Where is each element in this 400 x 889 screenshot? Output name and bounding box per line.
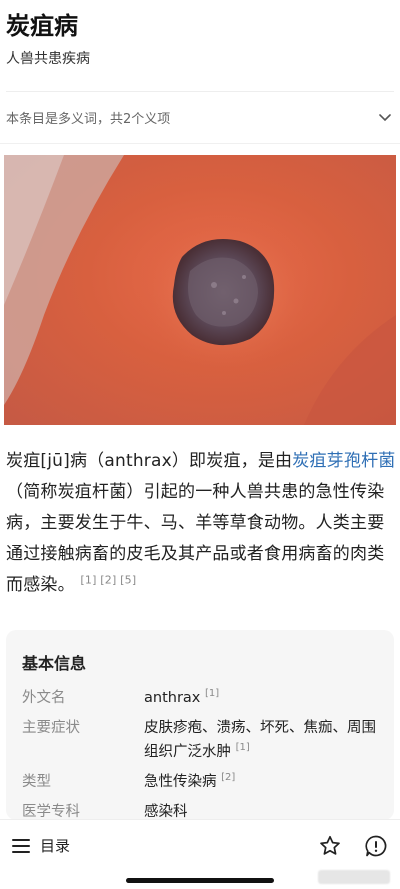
info-row-specialty: 医学专科 感染科 [22, 800, 378, 820]
citation-ref[interactable]: [1] [236, 742, 250, 753]
info-value: 皮肤疹疱、溃疡、坏死、焦痂、周围组织广泛水肿 [1] [144, 716, 378, 764]
info-row-foreign-name: 外文名 anthrax [1] [22, 686, 378, 710]
intro-text-2: （简称炭疽杆菌）引起的一种人兽共患的急性传染病，主要发生于牛、马、羊等草食动物。… [6, 482, 385, 595]
citation-refs[interactable]: [1] [2] [5] [80, 573, 136, 586]
toc-label: 目录 [40, 837, 71, 855]
info-value: anthrax [1] [144, 686, 378, 710]
info-value-text: 感染科 [144, 804, 188, 820]
info-label: 外文名 [22, 690, 66, 706]
disambiguation-bar[interactable]: 本条目是多义词，共2个义项 [0, 92, 400, 144]
info-value-text: anthrax [144, 690, 201, 706]
info-value: 急性传染病 [2] [144, 770, 378, 794]
citation-ref[interactable]: [2] [221, 772, 235, 783]
disambiguation-text: 本条目是多义词，共2个义项 [6, 112, 171, 127]
info-value-text: 皮肤疹疱、溃疡、坏死、焦痂、周围组织广泛水肿 [144, 720, 376, 760]
info-row-type: 类型 急性传染病 [2] [22, 770, 378, 794]
page-subtitle: 人兽共患疾病 [6, 51, 90, 67]
intro-paragraph: 炭疽[jū]病（anthrax）即炭疽，是由炭疽芽孢杆菌 （简称炭疽杆菌）引起的一… [6, 446, 396, 601]
hero-image[interactable] [4, 155, 396, 425]
basic-info-box: 基本信息 外文名 anthrax [1] 主要症状 皮肤疹疱、溃疡、坏死、焦痂、… [6, 630, 394, 820]
info-value: 感染科 [144, 800, 378, 820]
star-icon[interactable] [318, 834, 342, 858]
home-indicator [126, 878, 274, 883]
bacterium-link[interactable]: 炭疽芽孢杆菌 [292, 451, 395, 471]
page-title: 炭疽病 [6, 12, 78, 40]
chevron-down-icon[interactable] [376, 109, 394, 127]
bottom-toolbar: 目录 [0, 819, 400, 871]
article-header: 炭疽病 人兽共患疾病 [0, 0, 400, 86]
toc-button[interactable]: 目录 [12, 835, 70, 856]
info-value-text: 急性传染病 [144, 774, 217, 790]
info-label: 类型 [22, 774, 51, 790]
report-icon[interactable] [364, 834, 388, 858]
info-label: 主要症状 [22, 720, 80, 736]
citation-ref[interactable]: [1] [205, 688, 219, 699]
menu-icon [12, 838, 30, 853]
watermark [318, 870, 390, 884]
info-row-symptoms: 主要症状 皮肤疹疱、溃疡、坏死、焦痂、周围组织广泛水肿 [1] [22, 716, 378, 764]
info-label: 医学专科 [22, 804, 80, 820]
intro-text-1: 炭疽[jū]病（anthrax）即炭疽，是由 [6, 451, 293, 471]
infobox-title: 基本信息 [22, 654, 87, 673]
lesion-photo [4, 155, 396, 425]
